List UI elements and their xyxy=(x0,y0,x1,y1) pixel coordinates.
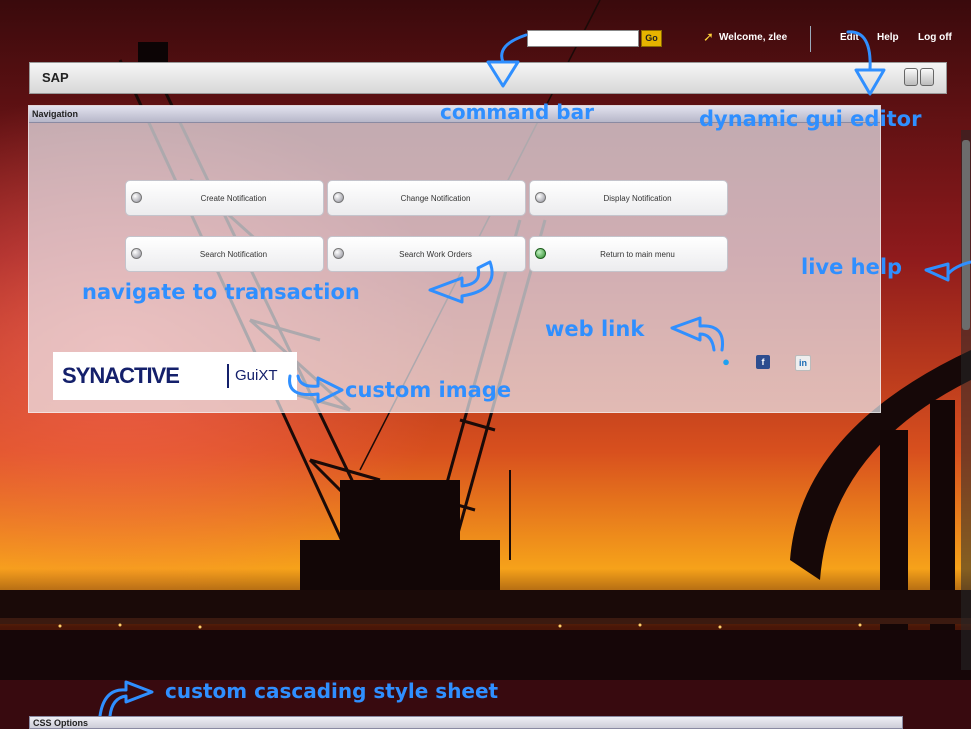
annotation-live-help: live help xyxy=(801,255,903,279)
annotation-navigate-to-transaction: navigate to transaction xyxy=(82,280,360,304)
annotation-custom-image: custom image xyxy=(345,378,512,402)
live-help-arrow-icon xyxy=(924,260,971,282)
annotation-web-link: web link xyxy=(545,317,645,341)
custom-image-arrow-icon xyxy=(288,374,344,404)
command-bar-arrowhead-icon xyxy=(486,60,520,88)
annotation-dynamic-gui-editor: dynamic gui editor xyxy=(699,107,922,131)
web-link-arrow-icon xyxy=(670,316,725,352)
annotation-command-bar: command bar xyxy=(440,100,594,124)
gui-editor-arrow-icon xyxy=(846,30,872,72)
custom-css-arrow-icon xyxy=(98,680,154,718)
annotation-custom-css: custom cascading style sheet xyxy=(165,679,499,703)
navigate-arrow-icon xyxy=(428,260,494,304)
gui-editor-arrowhead-icon xyxy=(854,68,886,96)
command-bar-arrow-icon xyxy=(500,33,528,64)
css-options-header[interactable]: CSS Options xyxy=(29,716,903,729)
